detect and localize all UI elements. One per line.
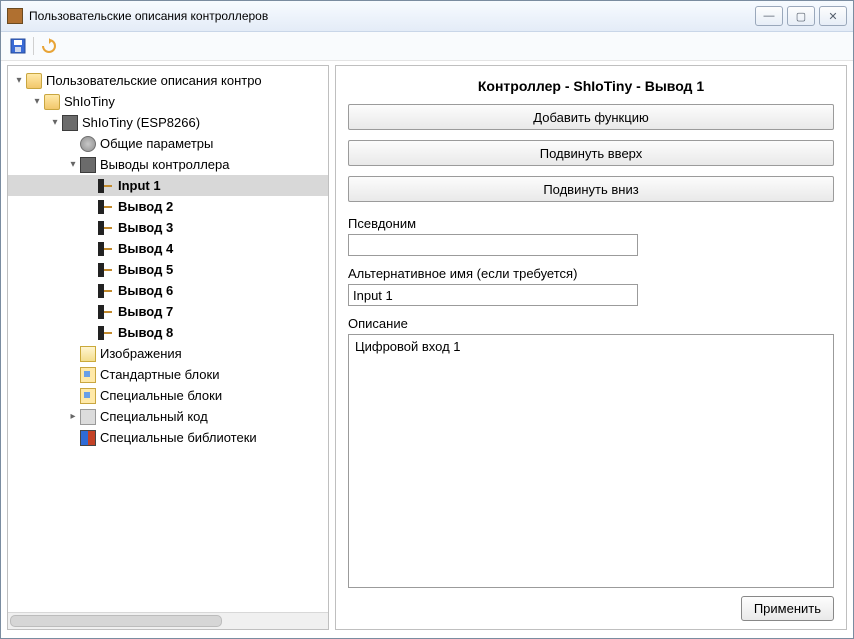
tree-label: ShIoTiny (ESP8266) (82, 115, 200, 130)
pin-icon (98, 262, 114, 278)
pin-icon (98, 304, 114, 320)
tree-label: Общие параметры (100, 136, 213, 151)
tree-spec-blocks[interactable]: Специальные блоки (8, 385, 328, 406)
tree-label: Специальные блоки (100, 388, 222, 403)
window-controls: — ▢ ✕ (755, 6, 847, 26)
tree-label: Стандартные блоки (100, 367, 219, 382)
tree-label: Вывод 6 (118, 283, 173, 298)
tree-label: Выводы контроллера (100, 157, 230, 172)
apply-button[interactable]: Применить (741, 596, 834, 621)
tree[interactable]: ▾ Пользовательские описания контро ▾ ShI… (8, 66, 328, 612)
tree-std-blocks[interactable]: Стандартные блоки (8, 364, 328, 385)
tree-pin[interactable]: Вывод 3 (8, 217, 328, 238)
library-icon (80, 430, 96, 446)
horizontal-scrollbar[interactable] (8, 612, 328, 629)
tree-label: Пользовательские описания контро (46, 73, 262, 88)
button-label: Применить (754, 601, 821, 616)
image-icon (80, 346, 96, 362)
pin-icon (98, 178, 114, 194)
tree-pin-input1[interactable]: Input 1 (8, 175, 328, 196)
folder-icon (26, 73, 42, 89)
alias-input[interactable] (348, 234, 638, 256)
tree-spec-libs[interactable]: Специальные библиотеки (8, 427, 328, 448)
expand-icon[interactable]: ▾ (66, 159, 80, 170)
scrollbar-thumb[interactable] (10, 615, 222, 627)
close-button[interactable]: ✕ (819, 6, 847, 26)
move-up-button[interactable]: Подвинуть вверх (348, 140, 834, 166)
add-function-button[interactable]: Добавить функцию (348, 104, 834, 130)
folder-icon (44, 94, 60, 110)
tree-label: Изображения (100, 346, 182, 361)
tree-shiotiny[interactable]: ▾ ShIoTiny (8, 91, 328, 112)
tree-pin[interactable]: Вывод 8 (8, 322, 328, 343)
bottom-bar: Применить (348, 588, 834, 621)
button-label: Подвинуть вниз (543, 182, 638, 197)
minimize-button[interactable]: — (755, 6, 783, 26)
button-label: Подвинуть вверх (540, 146, 643, 161)
titlebar: Пользовательские описания контроллеров —… (1, 1, 853, 32)
toolbar (1, 32, 853, 61)
tree-images[interactable]: Изображения (8, 343, 328, 364)
tree-shiotiny-esp[interactable]: ▾ ShIoTiny (ESP8266) (8, 112, 328, 133)
description-label: Описание (348, 316, 834, 331)
tree-label: Специальные библиотеки (100, 430, 257, 445)
form-pane: Контроллер - ShIoTiny - Вывод 1 Добавить… (335, 65, 847, 630)
save-icon[interactable] (9, 37, 27, 55)
pin-icon (98, 199, 114, 215)
tree-pin[interactable]: Вывод 2 (8, 196, 328, 217)
content-area: ▾ Пользовательские описания контро ▾ ShI… (1, 61, 853, 638)
tree-pane: ▾ Пользовательские описания контро ▾ ShI… (7, 65, 329, 630)
tree-outputs[interactable]: ▾ Выводы контроллера (8, 154, 328, 175)
move-down-button[interactable]: Подвинуть вниз (348, 176, 834, 202)
tree-pin[interactable]: Вывод 5 (8, 259, 328, 280)
tree-label: Вывод 8 (118, 325, 173, 340)
tree-general-params[interactable]: Общие параметры (8, 133, 328, 154)
pin-icon (98, 241, 114, 257)
expand-icon[interactable]: ▾ (12, 75, 26, 86)
altname-input[interactable] (348, 284, 638, 306)
window-title: Пользовательские описания контроллеров (29, 9, 755, 23)
tree-spec-code[interactable]: ▸ Специальный код (8, 406, 328, 427)
altname-label: Альтернативное имя (если требуется) (348, 266, 834, 281)
expand-icon[interactable]: ▾ (48, 117, 62, 128)
expand-icon[interactable]: ▸ (66, 411, 80, 422)
pin-icon (98, 220, 114, 236)
tree-label: Input 1 (118, 178, 161, 193)
form-title: Контроллер - ShIoTiny - Вывод 1 (348, 78, 834, 94)
tree-label: Вывод 4 (118, 241, 173, 256)
tree-label: Вывод 7 (118, 304, 173, 319)
block-icon (80, 367, 96, 383)
tree-pin[interactable]: Вывод 6 (8, 280, 328, 301)
toolbar-separator (33, 37, 34, 55)
tree-label: Вывод 5 (118, 262, 173, 277)
gear-icon (80, 136, 96, 152)
tree-root[interactable]: ▾ Пользовательские описания контро (8, 70, 328, 91)
main-window: Пользовательские описания контроллеров —… (0, 0, 854, 639)
description-textarea[interactable] (348, 334, 834, 588)
app-icon (7, 8, 23, 24)
pin-icon (98, 283, 114, 299)
tree-label: Вывод 2 (118, 199, 173, 214)
alias-label: Псевдоним (348, 216, 834, 231)
chip-icon (80, 157, 96, 173)
expand-icon[interactable]: ▾ (30, 96, 44, 107)
tree-label: Специальный код (100, 409, 208, 424)
refresh-icon[interactable] (40, 37, 58, 55)
tree-label: Вывод 3 (118, 220, 173, 235)
chip-icon (62, 115, 78, 131)
maximize-button[interactable]: ▢ (787, 6, 815, 26)
tree-pin[interactable]: Вывод 4 (8, 238, 328, 259)
block-icon (80, 388, 96, 404)
tree-pin[interactable]: Вывод 7 (8, 301, 328, 322)
pin-icon (98, 325, 114, 341)
button-label: Добавить функцию (533, 110, 648, 125)
code-icon (80, 409, 96, 425)
tree-label: ShIoTiny (64, 94, 115, 109)
